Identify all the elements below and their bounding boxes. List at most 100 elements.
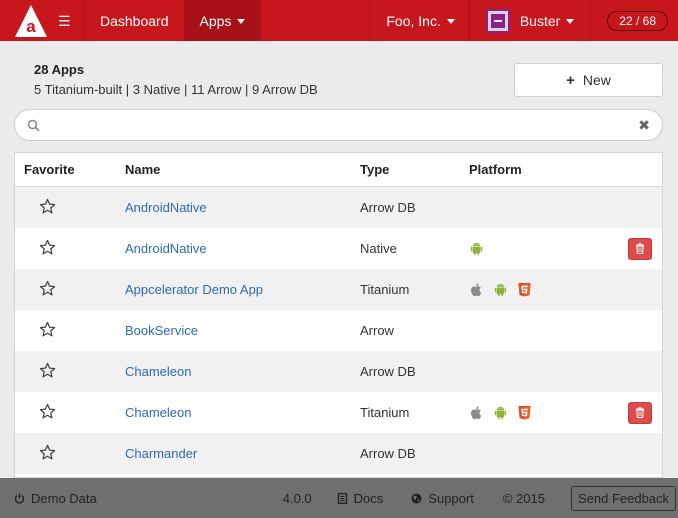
apps-count-title: 28 Apps (34, 62, 85, 77)
app-type: Titanium (360, 405, 410, 420)
nav-spacer (261, 0, 371, 41)
docs-link[interactable]: Docs (337, 490, 384, 506)
trash-icon (635, 243, 644, 254)
new-app-label: New (582, 72, 611, 88)
col-favorite-header[interactable]: Favorite (15, 162, 125, 177)
app-type: Titanium (360, 282, 410, 297)
app-type: Arrow DB (360, 446, 416, 461)
name-cell: Appcelerator Demo App (125, 282, 360, 297)
user-menu[interactable]: Buster (470, 0, 592, 41)
version-label: 4.0.0 (282, 490, 312, 506)
footer: Demo Data 4.0.0 Docs Support © 2015 Send… (0, 478, 678, 518)
apps-breakdown: 5 Titanium-built | 3 Native | 11 Arrow |… (34, 82, 318, 97)
app-type: Arrow DB (360, 364, 416, 379)
app-name-link[interactable]: Chameleon (125, 405, 192, 420)
app-name-link[interactable]: AndroidNative (125, 241, 207, 256)
star-icon[interactable] (39, 280, 56, 297)
star-icon[interactable] (39, 403, 56, 420)
table-row[interactable]: Appcelerator Demo App Titanium (15, 269, 662, 310)
globe-icon (411, 493, 422, 503)
nav-apps[interactable]: Apps (184, 0, 262, 41)
usage-count-badge: 22 / 68 (607, 10, 668, 31)
star-icon[interactable] (39, 362, 56, 379)
copyright: © 2015 (502, 490, 545, 506)
android-icon (494, 283, 507, 297)
docs-label: Docs (353, 490, 384, 506)
nav-dashboard[interactable]: Dashboard (85, 0, 185, 41)
plus-icon: + (566, 71, 575, 89)
nav-dashboard-label: Dashboard (100, 12, 169, 29)
app-name-link[interactable]: Charmander (125, 446, 197, 461)
favorite-cell (15, 280, 125, 300)
name-cell: Charmander (125, 446, 360, 461)
new-app-button[interactable]: + New (514, 63, 663, 97)
type-cell: Arrow DB (360, 446, 469, 461)
svg-text:a: a (26, 17, 36, 36)
app-type: Arrow DB (360, 200, 416, 215)
star-icon[interactable] (39, 321, 56, 338)
apple-icon (471, 283, 482, 297)
search-input[interactable] (48, 117, 639, 133)
col-type-header[interactable]: Type (360, 162, 469, 177)
trash-icon (635, 407, 644, 418)
star-icon[interactable] (39, 444, 56, 461)
star-icon[interactable] (39, 239, 56, 256)
app-name-link[interactable]: Appcelerator Demo App (125, 282, 263, 297)
table-row[interactable]: BookService Arrow (15, 310, 662, 351)
favorite-cell (15, 198, 125, 218)
app-name-link[interactable]: BookService (125, 323, 198, 338)
delete-button[interactable] (627, 237, 652, 260)
table-row[interactable]: Chameleon Arrow DB (15, 351, 662, 392)
actions-cell (617, 237, 662, 260)
table-row[interactable]: AndroidNative Arrow DB (15, 187, 662, 228)
table-row[interactable]: Chameleon Titanium (15, 392, 662, 433)
clear-search-icon[interactable]: ✖ (638, 117, 650, 134)
favorite-cell (15, 403, 125, 423)
chevron-down-icon (566, 19, 575, 24)
search-icon (27, 119, 40, 132)
table-row[interactable]: AndroidNative Native (15, 228, 662, 269)
platform-cell (469, 405, 617, 420)
favorite-cell (15, 444, 125, 464)
name-cell: Chameleon (125, 405, 360, 420)
user-name: Buster (519, 12, 561, 29)
org-label: Foo, Inc. (386, 12, 441, 29)
col-platform-header: Platform (469, 162, 522, 177)
type-cell: Arrow DB (360, 364, 469, 379)
apps-table: Favorite Name Type Platform AndroidNativ… (14, 152, 663, 478)
star-icon[interactable] (39, 198, 56, 215)
app-name-link[interactable]: Chameleon (125, 364, 192, 379)
table-body: AndroidNative Arrow DB AndroidNative Nat… (15, 187, 662, 474)
usage-counter[interactable]: 22 / 68 (591, 0, 678, 41)
table-row[interactable]: Charmander Arrow DB (15, 433, 662, 474)
appcelerator-logo[interactable]: a (14, 4, 48, 38)
apple-icon (471, 406, 482, 420)
favorite-cell (15, 239, 125, 259)
demo-data-toggle[interactable]: Demo Data (14, 491, 97, 506)
nav-apps-label: Apps (199, 12, 232, 29)
android-icon (494, 406, 507, 420)
col-name-header[interactable]: Name (125, 162, 360, 177)
html5-icon (518, 282, 531, 297)
app-name-link[interactable]: AndroidNative (125, 200, 207, 215)
document-icon (337, 492, 347, 504)
type-cell: Native (360, 241, 469, 256)
send-feedback-button[interactable]: Send Feedback (570, 485, 677, 511)
table-header: Favorite Name Type Platform (15, 153, 662, 187)
type-cell: Arrow DB (360, 200, 469, 215)
top-nav: a ☰ Dashboard Apps Foo, Inc. Buster 22 /… (0, 0, 678, 41)
platform-cell (469, 282, 617, 297)
chevron-down-icon (237, 19, 246, 24)
app-type: Native (360, 241, 397, 256)
support-label: Support (428, 490, 474, 506)
name-cell: AndroidNative (125, 200, 360, 215)
org-selector[interactable]: Foo, Inc. (370, 0, 470, 41)
name-cell: AndroidNative (125, 241, 360, 256)
search-bar[interactable]: ✖ (14, 109, 663, 141)
menu-icon[interactable]: ☰ (58, 14, 71, 28)
delete-button[interactable] (627, 401, 652, 424)
android-icon (470, 242, 483, 256)
support-link[interactable]: Support (411, 491, 474, 506)
app-type: Arrow (360, 323, 394, 338)
html5-icon (518, 405, 531, 420)
